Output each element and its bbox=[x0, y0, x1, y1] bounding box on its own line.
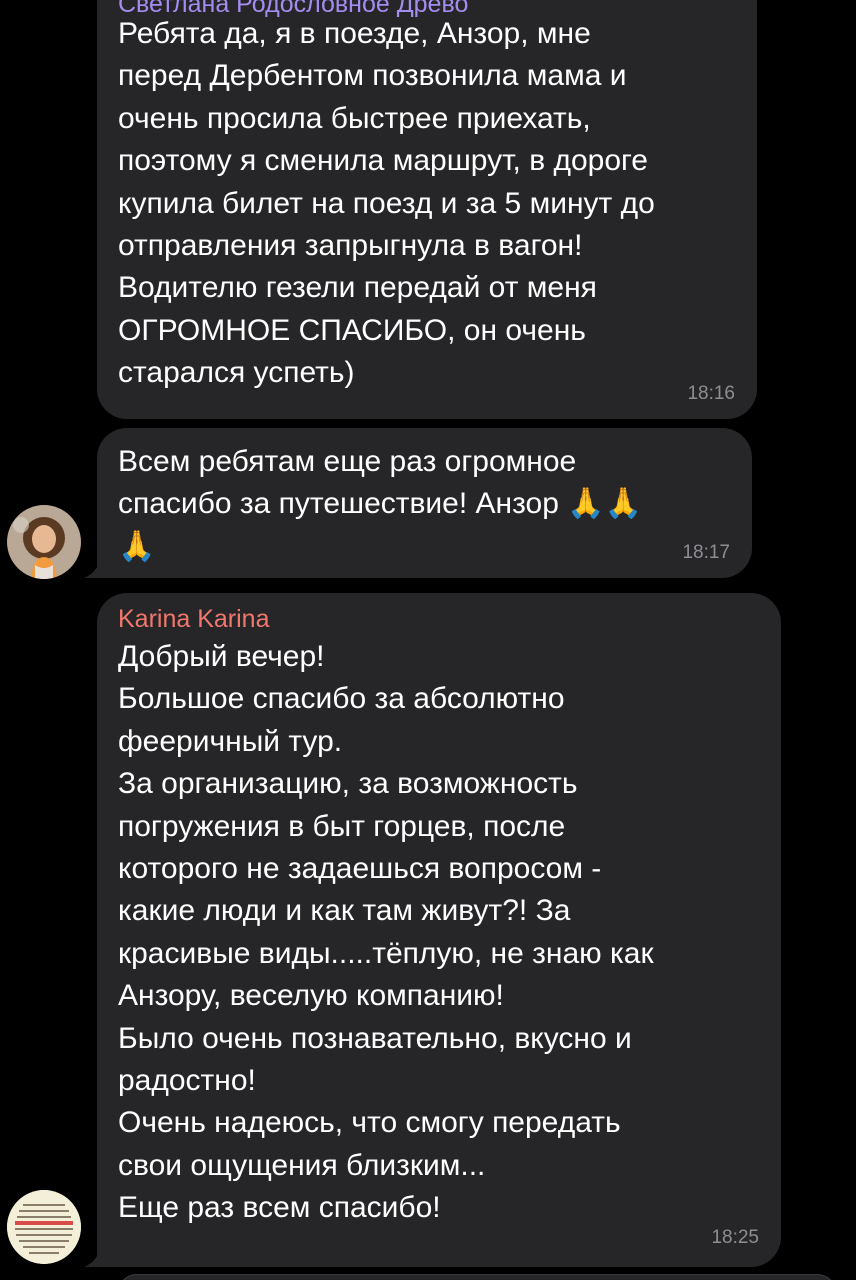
bubble-tail bbox=[84, 1247, 104, 1267]
message-time: 18:25 bbox=[711, 1227, 759, 1248]
sender-name[interactable]: Karina Karina bbox=[118, 604, 269, 634]
woman-portrait-avatar[interactable] bbox=[7, 505, 81, 579]
message-bubble[interactable]: Всем ребятам еще раз огромное спасибо за… bbox=[97, 428, 752, 578]
bubble-tail bbox=[84, 558, 104, 578]
message-text: Ребята да, я в поезде, Анзор, мне перед … bbox=[118, 17, 655, 390]
message-time: 18:17 bbox=[682, 542, 730, 563]
message-bubble[interactable]: Karina Karina Добрый вечер! Большое спас… bbox=[97, 593, 781, 1267]
message-bubble[interactable]: Светлана Родословное Древо Ребята да, я … bbox=[97, 0, 757, 419]
text-note-avatar[interactable] bbox=[7, 1190, 81, 1264]
message-text: Всем ребятам еще раз огромное спасибо за… bbox=[118, 445, 642, 563]
message-text: Добрый вечер! Большое спасибо за абсолют… bbox=[118, 640, 654, 1225]
message-time: 18:16 bbox=[687, 383, 735, 404]
message-bubble[interactable] bbox=[117, 1274, 837, 1280]
